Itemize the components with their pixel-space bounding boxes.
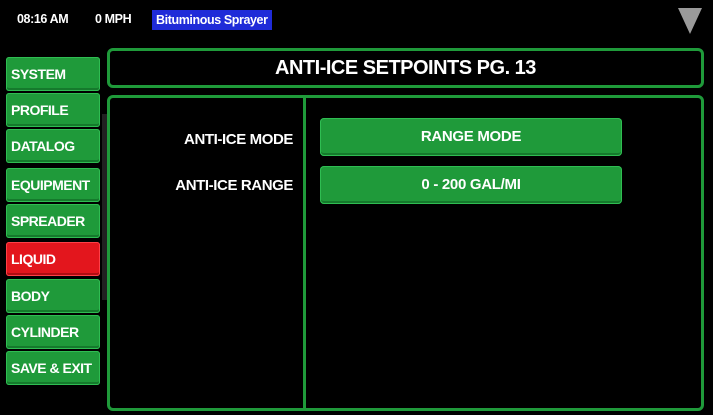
sidebar-item-body[interactable]: BODY: [6, 279, 100, 313]
sidebar-item-datalog[interactable]: DATALOG: [6, 129, 100, 163]
sidebar-item-label: SYSTEM: [11, 66, 66, 82]
status-bar: 08:16 AM 0 MPH Bituminous Sprayer: [4, 4, 709, 36]
sidebar-item-spreader[interactable]: SPREADER: [6, 204, 100, 238]
sidebar-item-label: BODY: [11, 288, 50, 304]
settings-panel: ANTI-ICE MODE RANGE MODE ANTI-ICE RANGE …: [107, 95, 704, 411]
screen: 08:16 AM 0 MPH Bituminous Sprayer SYSTEM…: [4, 4, 709, 411]
clock-time: 08:16 AM: [17, 12, 69, 26]
sidebar-item-profile[interactable]: PROFILE: [6, 93, 100, 127]
sidebar-item-cylinder[interactable]: CYLINDER: [6, 315, 100, 349]
sidebar-item-label: PROFILE: [11, 102, 69, 118]
sidebar-item-equipment[interactable]: EQUIPMENT: [6, 168, 100, 202]
sidebar-item-system[interactable]: SYSTEM: [6, 57, 100, 91]
anti-ice-mode-label: ANTI-ICE MODE: [184, 131, 293, 148]
column-divider: [303, 98, 306, 408]
anti-ice-range-button[interactable]: 0 - 200 GAL/MI: [320, 166, 622, 204]
triangle-down-icon[interactable]: [678, 8, 702, 34]
sidebar-item-label: SPREADER: [11, 213, 85, 229]
anti-ice-mode-button[interactable]: RANGE MODE: [320, 118, 622, 156]
sidebar-item-label: CYLINDER: [11, 324, 79, 340]
sidebar-item-label: DATALOG: [11, 138, 75, 154]
sidebar-item-label: EQUIPMENT: [11, 177, 90, 193]
speed-readout: 0 MPH: [95, 12, 132, 26]
sidebar-item-save-exit[interactable]: SAVE & EXIT: [6, 351, 100, 385]
sidebar-item-liquid[interactable]: LIQUID: [6, 242, 100, 276]
sidebar-item-label: LIQUID: [11, 251, 56, 267]
page-title: ANTI-ICE SETPOINTS PG. 13: [107, 48, 704, 88]
sidebar-item-label: SAVE & EXIT: [11, 360, 92, 376]
anti-ice-range-label: ANTI-ICE RANGE: [175, 177, 293, 194]
mode-badge: Bituminous Sprayer: [152, 10, 272, 30]
